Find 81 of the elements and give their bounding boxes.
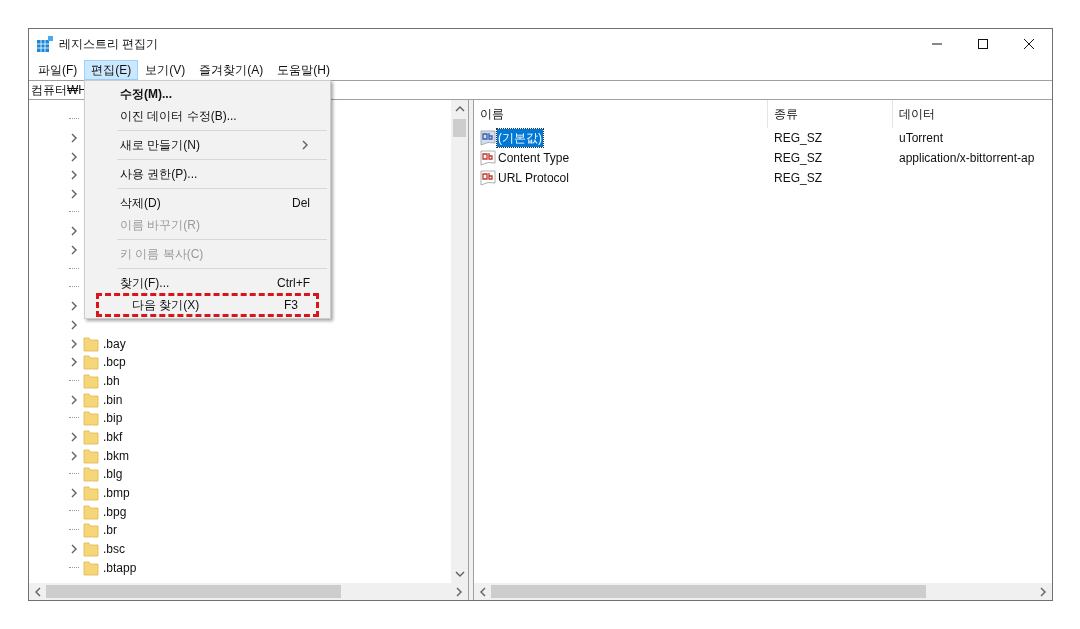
folder-icon	[83, 372, 99, 389]
menu-item[interactable]: 새로 만들기(N)	[85, 134, 330, 163]
folder-icon	[83, 429, 99, 446]
expand-icon[interactable]	[69, 245, 79, 256]
menu-bar-item[interactable]: 보기(V)	[138, 59, 193, 80]
folder-icon	[83, 335, 99, 352]
tree-item[interactable]: .bip	[103, 409, 123, 428]
table-cell: REG_SZ	[774, 131, 822, 145]
folder-icon	[83, 522, 99, 539]
string-value-icon	[480, 130, 496, 146]
expand-icon[interactable]	[69, 544, 79, 555]
folder-icon	[83, 447, 99, 464]
scroll-thumb[interactable]	[46, 585, 341, 598]
expand-icon[interactable]	[69, 338, 79, 349]
expand-icon[interactable]	[69, 450, 79, 461]
menu-item[interactable]: 삭제(D) Del	[85, 192, 330, 214]
folder-icon	[83, 541, 99, 558]
expand-icon[interactable]	[69, 394, 79, 405]
menu-bar-item[interactable]: 편집(E)	[84, 59, 139, 80]
tree-item[interactable]: .blg	[103, 465, 123, 484]
registry-app-icon	[37, 36, 53, 52]
close-icon	[1024, 39, 1034, 49]
expand-icon[interactable]	[69, 151, 79, 162]
tree-item[interactable]: .bh	[103, 371, 120, 390]
folder-icon	[83, 410, 99, 427]
maximize-icon	[978, 39, 988, 49]
expand-icon[interactable]	[69, 133, 79, 144]
table-cell: REG_SZ	[774, 151, 822, 165]
scroll-left-icon[interactable]	[478, 586, 488, 597]
folder-icon	[83, 503, 99, 520]
horizontal-scrollbar[interactable]	[474, 583, 1052, 600]
menu-bar-item[interactable]: 도움말(H)	[270, 59, 337, 80]
expand-icon[interactable]	[69, 170, 79, 181]
scroll-down-icon[interactable]	[454, 569, 465, 579]
string-value-icon	[480, 170, 496, 186]
table-cell: application/x-bittorrent-ap	[899, 151, 1035, 165]
expand-icon[interactable]	[69, 357, 79, 368]
scroll-right-icon[interactable]	[1038, 586, 1048, 597]
expand-icon[interactable]	[69, 189, 79, 200]
folder-icon	[83, 354, 99, 371]
tree-item[interactable]: .bkm	[103, 446, 129, 465]
scroll-thumb[interactable]	[491, 585, 926, 598]
tree-item[interactable]: .bmp	[103, 484, 130, 503]
expand-icon[interactable]	[69, 319, 79, 330]
expand-icon[interactable]	[69, 301, 79, 312]
value-name[interactable]: (기본값)	[497, 129, 543, 147]
tree-item[interactable]: .bcp	[103, 353, 126, 372]
folder-icon	[83, 559, 99, 576]
table-cell: REG_SZ	[774, 171, 822, 185]
menu-bar-item[interactable]: 파일(F)	[31, 59, 85, 80]
value-name[interactable]: URL Protocol	[497, 169, 570, 187]
menu-item[interactable]: 이진 데이터 수정(B)...	[85, 105, 330, 134]
tree-item[interactable]: .bin	[103, 390, 123, 409]
tree-item[interactable]: .bkf	[103, 428, 123, 447]
folder-icon	[83, 391, 99, 408]
vertical-scrollbar[interactable]	[451, 100, 468, 583]
tree-item[interactable]: .bay	[103, 334, 126, 353]
tree-item[interactable]: .br	[103, 521, 117, 540]
tree-item[interactable]: .btapp	[103, 558, 137, 577]
horizontal-scrollbar[interactable]	[29, 583, 468, 600]
window-title: 레지스트리 편집기	[59, 36, 159, 53]
scroll-up-icon[interactable]	[454, 104, 465, 114]
menu-item[interactable]: 다음 찾기(X) F3	[97, 294, 318, 316]
folder-icon	[83, 466, 99, 483]
expand-icon[interactable]	[69, 488, 79, 499]
tree-item[interactable]: .bpg	[103, 502, 127, 521]
scroll-thumb[interactable]	[453, 119, 466, 137]
value-name[interactable]: Content Type	[497, 149, 571, 167]
tree-item[interactable]: .bsc	[103, 540, 125, 559]
string-value-icon	[480, 150, 496, 166]
column-header[interactable]: 종류	[768, 100, 893, 128]
menu-item[interactable]: 찾기(F)... Ctrl+F	[85, 272, 330, 294]
column-header[interactable]: 데이터	[893, 100, 1052, 128]
expand-icon[interactable]	[69, 432, 79, 443]
menu-item[interactable]: 사용 권한(P)...	[85, 163, 330, 192]
scroll-right-icon[interactable]	[454, 586, 464, 597]
folder-icon	[83, 485, 99, 502]
expand-icon[interactable]	[69, 226, 79, 237]
scroll-left-icon[interactable]	[33, 586, 43, 597]
menu-bar-item[interactable]: 즐겨찾기(A)	[192, 59, 271, 80]
table-cell: uTorrent	[899, 131, 944, 145]
